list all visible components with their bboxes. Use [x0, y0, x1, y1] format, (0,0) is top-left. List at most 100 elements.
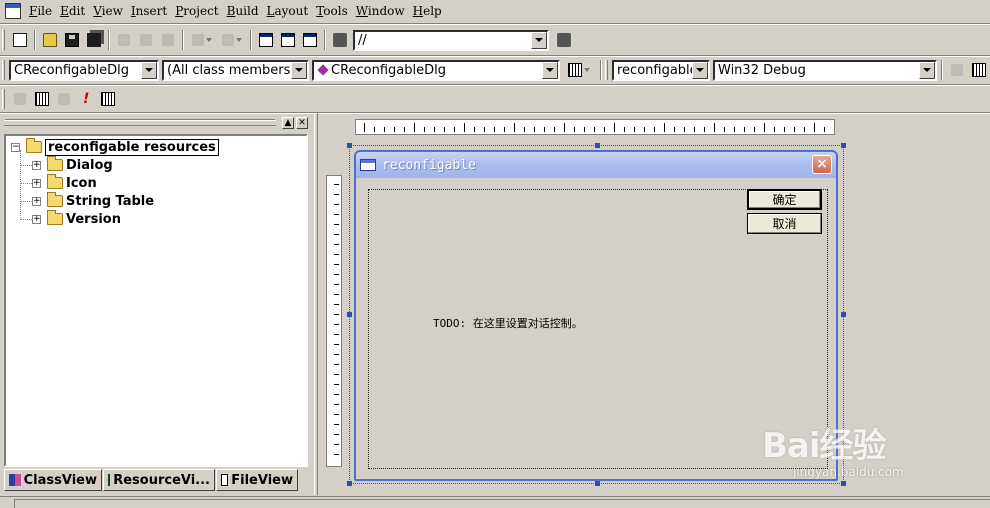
close-panel-button[interactable]: ✕ [296, 117, 308, 129]
build-button[interactable] [968, 59, 990, 81]
expand-icon[interactable]: + [32, 178, 41, 188]
resize-handle[interactable] [347, 143, 352, 148]
menu-tools[interactable]: Tools [312, 2, 352, 20]
status-bar [0, 496, 990, 508]
menu-layout[interactable]: Layout [263, 2, 313, 20]
stop-build-icon [58, 93, 70, 105]
filter-combo[interactable]: (All class members) [162, 59, 309, 81]
todo-static-text[interactable]: TODO: 在这里设置对话控制。 [433, 315, 583, 331]
folder-icon [47, 156, 63, 171]
ok-button[interactable]: 确定 [747, 189, 822, 210]
resource-tree[interactable]: − reconfigable resources + Dialog + Icon… [4, 134, 308, 467]
menu-bar: File Edit View Insert Project Build Layo… [0, 0, 990, 22]
menu-insert[interactable]: Insert [127, 2, 171, 20]
breakpoint-button[interactable] [119, 88, 141, 110]
tree-item-dialog[interactable]: + Dialog [32, 156, 113, 174]
menu-project[interactable]: Project [171, 2, 222, 20]
window-icon [360, 159, 376, 171]
cut-button[interactable] [113, 29, 135, 51]
vertical-ruler[interactable] [326, 175, 342, 467]
cancel-button[interactable]: 取消 [747, 213, 822, 234]
workspace-button[interactable] [255, 29, 277, 51]
close-icon[interactable]: × [812, 155, 832, 174]
search-button[interactable] [553, 29, 575, 51]
toolbar-grip[interactable] [2, 30, 5, 50]
resize-handle[interactable] [347, 481, 352, 486]
chevron-down-icon [236, 38, 242, 42]
config-combo[interactable]: Win32 Debug [713, 59, 937, 81]
tree-item-label: Icon [66, 175, 97, 191]
collapse-icon[interactable]: − [11, 142, 20, 152]
resize-handle[interactable] [841, 143, 846, 148]
baidu-watermark: Bai经验 [762, 426, 887, 466]
tree-item-version[interactable]: + Version [32, 210, 121, 228]
stop-build-button[interactable] [53, 88, 75, 110]
tab-classview[interactable]: ClassView [4, 469, 102, 491]
resize-handle[interactable] [347, 312, 352, 317]
open-button[interactable] [39, 29, 61, 51]
chevron-down-icon[interactable] [692, 61, 708, 79]
compile-button[interactable] [946, 59, 968, 81]
horizontal-ruler[interactable] [355, 119, 835, 135]
chevron-down-icon[interactable] [542, 61, 558, 79]
save-all-button[interactable] [83, 29, 105, 51]
class-combo[interactable]: CReconfigableDlg [9, 59, 159, 81]
menu-file[interactable]: File [25, 2, 56, 20]
find-in-files-button[interactable] [329, 29, 351, 51]
new-text-file-button[interactable] [9, 29, 31, 51]
chevron-down-icon[interactable] [919, 61, 935, 79]
tab-resourceview[interactable]: ResourceVi... [103, 469, 215, 491]
find-combo[interactable]: // [353, 29, 549, 51]
find-combo-value: // [358, 32, 367, 48]
menu-view[interactable]: View [89, 2, 127, 20]
tree-item-icon[interactable]: + Icon [32, 174, 97, 192]
expand-icon[interactable]: + [32, 160, 41, 170]
chevron-down-icon[interactable] [531, 31, 547, 49]
save-button[interactable] [61, 29, 83, 51]
undo-button[interactable] [187, 29, 217, 51]
execute-button[interactable]: ! [75, 88, 97, 110]
paste-button[interactable] [157, 29, 179, 51]
project-combo[interactable]: reconfigable [612, 59, 710, 81]
menu-edit[interactable]: Edit [56, 2, 89, 20]
chevron-down-icon [206, 38, 212, 42]
redo-button[interactable] [217, 29, 247, 51]
chevron-down-icon[interactable] [291, 61, 307, 79]
panel-splitter[interactable] [314, 113, 318, 495]
caption-grip[interactable] [4, 120, 276, 126]
folder-icon [26, 138, 42, 153]
expand-icon[interactable]: + [32, 196, 41, 206]
chevron-down-icon[interactable] [141, 61, 157, 79]
resize-handle[interactable] [841, 481, 846, 486]
resize-handle[interactable] [595, 481, 600, 486]
expand-icon[interactable]: + [32, 214, 41, 224]
maximize-panel-button[interactable]: ▲ [282, 117, 294, 129]
workspace-tabs: ClassView ResourceVi... FileView [4, 469, 299, 491]
menu-build[interactable]: Build [223, 2, 263, 20]
tree-root[interactable]: − reconfigable resources [11, 138, 219, 156]
config-combo-value: Win32 Debug [718, 62, 806, 78]
tree-item-string-table[interactable]: + String Table [32, 192, 154, 210]
hand-icon [123, 92, 137, 106]
compile-mini-button[interactable] [9, 88, 31, 110]
compile-icon [14, 93, 26, 105]
resize-handle[interactable] [841, 312, 846, 317]
copy-button[interactable] [135, 29, 157, 51]
tab-fileview[interactable]: FileView [216, 469, 298, 491]
folder-icon [47, 210, 63, 225]
dialog-titlebar[interactable]: reconfigable × [356, 152, 836, 178]
build-mini-button[interactable] [31, 88, 53, 110]
member-combo[interactable]: CReconfigableDlg [312, 59, 560, 81]
workspace-icon [259, 33, 273, 47]
menu-window[interactable]: Window [352, 2, 409, 20]
undo-icon [192, 34, 204, 46]
wizard-action-button[interactable] [562, 59, 596, 81]
menu-help[interactable]: Help [409, 2, 446, 20]
dialog-title: reconfigable [382, 157, 476, 173]
go-icon [101, 92, 115, 106]
output-button[interactable] [277, 29, 299, 51]
window-list-button[interactable] [299, 29, 321, 51]
cut-icon [118, 34, 130, 46]
resize-handle[interactable] [595, 143, 600, 148]
go-button[interactable] [97, 88, 119, 110]
